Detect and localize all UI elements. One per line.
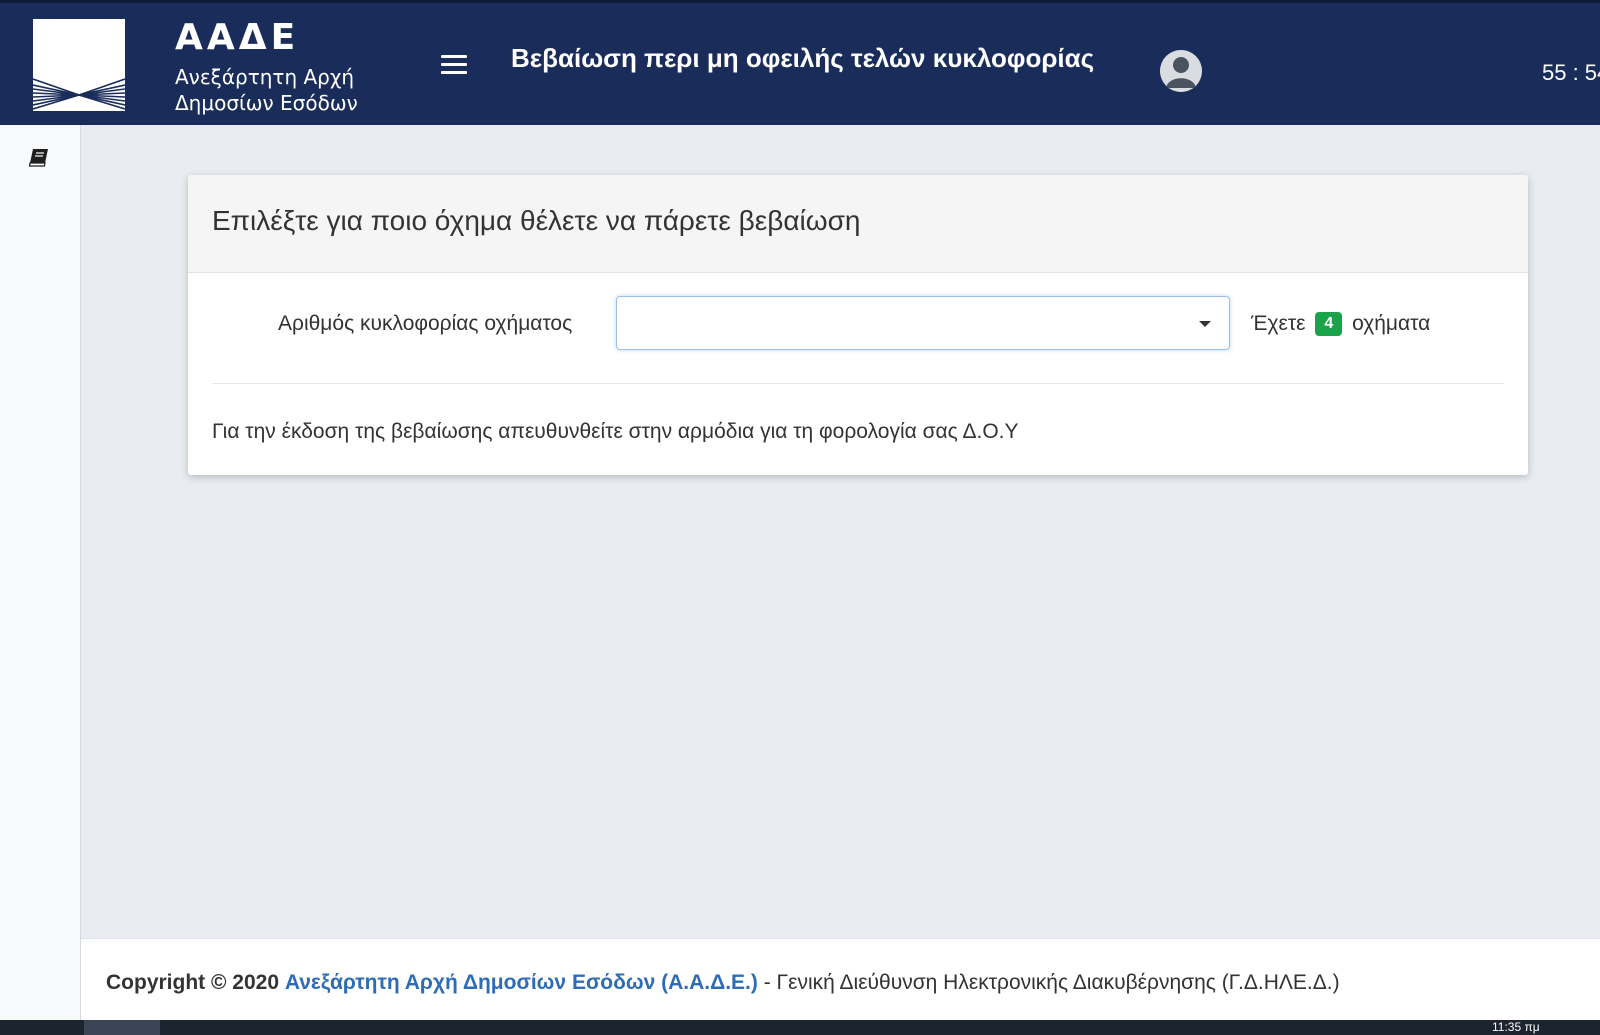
os-taskbar: 11:35 πμ: [0, 1020, 1600, 1035]
logo-emblem-icon: [33, 19, 125, 111]
vehicles-count-badge: 4: [1315, 312, 1343, 336]
brand-name-line2: Δημοσίων Εσόδων: [175, 91, 358, 115]
footer-directorate: - Γενική Διεύθυνση Ηλεκτρονικής Διακυβέρ…: [757, 971, 1340, 994]
plate-number-label: Αριθμός κυκλοφορίας οχήματος: [278, 312, 573, 335]
vehicles-count-info: Έχετε 4 οχήματα: [1251, 312, 1430, 338]
tax-office-info-text: Για την έκδοση της βεβαίωσης απευθυνθείτ…: [212, 420, 1019, 443]
footer-copyright: Copyright © 2020: [106, 971, 280, 994]
footer-org-link[interactable]: Ανεξάρτητη Αρχή Δημοσίων Εσόδων (Α.Α.Δ.Ε…: [285, 971, 758, 994]
brand-abbreviation: ΑΑΔΕ: [175, 17, 300, 58]
book-icon[interactable]: [28, 148, 50, 173]
sidebar: [0, 125, 81, 1020]
taskbar-clock: 11:35 πμ: [1492, 1020, 1540, 1034]
caret-down-icon: [1199, 321, 1211, 327]
session-timer: 55 : 54: [1542, 60, 1600, 85]
hamburger-menu-icon[interactable]: [441, 55, 467, 75]
app-header: ΑΑΔΕ Ανεξάρτητη Αρχή Δημοσίων Εσόδων Βεβ…: [0, 0, 1600, 125]
footer-text: Copyright © 2020 Ανεξάρτητη Αρχή Δημοσίω…: [106, 971, 1340, 995]
brand-name-line1: Ανεξάρτητη Αρχή: [175, 65, 355, 89]
taskbar-active-app[interactable]: [84, 1020, 160, 1035]
plate-number-select[interactable]: [616, 296, 1230, 350]
page-title: Βεβαίωση περι μη οφειλής τελών κυκλοφορί…: [511, 43, 1095, 73]
card-divider: [212, 383, 1504, 384]
user-avatar-icon[interactable]: [1160, 50, 1202, 92]
aade-logo[interactable]: [33, 19, 125, 111]
vehicle-selection-card: Επιλέξτε για ποιο όχημα θέλετε να πάρετε…: [188, 175, 1528, 475]
page-footer: Copyright © 2020 Ανεξάρτητη Αρχή Δημοσίω…: [81, 938, 1600, 1021]
card-title: Επιλέξτε για ποιο όχημα θέλετε να πάρετε…: [212, 205, 861, 236]
vehicles-count-prefix: Έχετε: [1251, 312, 1306, 335]
vehicles-count-suffix: οχήματα: [1352, 312, 1431, 335]
card-header: Επιλέξτε για ποιο όχημα θέλετε να πάρετε…: [188, 175, 1528, 273]
